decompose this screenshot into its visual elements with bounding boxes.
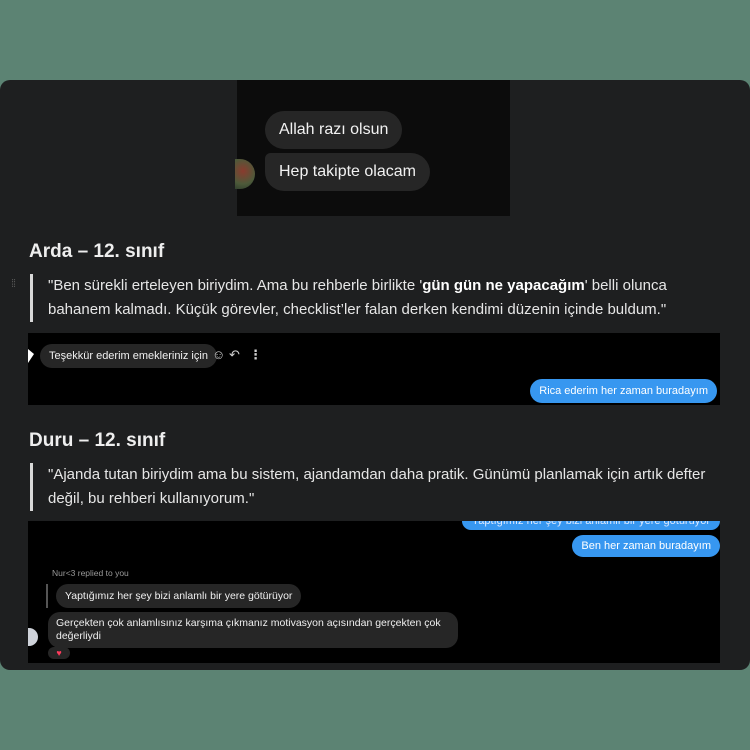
message-bubble: Hep takipte olacam xyxy=(265,153,430,191)
testimonial-card: Allah razı olsun Hep takipte olacam Arda… xyxy=(0,80,750,670)
react-icon[interactable]: ☺ xyxy=(212,348,225,362)
chat-screenshot-bottom: Yaptığımız her şey bizi anlamlı bir yere… xyxy=(28,521,720,663)
testimonial-heading: Duru – 12. sınıf xyxy=(29,430,166,451)
reply-icon[interactable]: ↶ xyxy=(229,348,240,362)
testimonial-quote: "Ajanda tutan biriydim ama bu sistem, aj… xyxy=(30,463,710,511)
avatar xyxy=(235,159,255,189)
sent-message: Ben her zaman buradayım xyxy=(572,535,720,557)
chat-screenshot-middle: Teşekkür ederim emekleriniz için ☺ ↶ ⋮ R… xyxy=(28,333,720,405)
received-message: Teşekkür ederim emekleriniz için xyxy=(40,344,217,368)
chat-screenshot-top: Allah razı olsun Hep takipte olacam xyxy=(235,80,510,216)
quoted-message: Yaptığımız her şey bizi anlamlı bir yere… xyxy=(56,584,302,608)
heart-reaction-icon: ♥ xyxy=(48,647,70,659)
replied-to-label: Nur<3 replied to you xyxy=(52,568,129,578)
reply-indicator xyxy=(46,584,48,608)
cursor-icon xyxy=(28,349,34,363)
avatar xyxy=(28,628,38,646)
drag-handle-icon[interactable]: ⁞⁞ xyxy=(11,279,21,296)
message-bubble: Allah razı olsun xyxy=(265,111,403,149)
received-message: Gerçekten çok anlamlısınız karşıma çıkma… xyxy=(48,612,458,648)
sent-message: Rica ederim her zaman buradayım xyxy=(530,379,717,403)
testimonial-quote: "Ben sürekli erteleyen biriydim. Ama bu … xyxy=(30,274,710,322)
more-options-icon[interactable]: ⋮ xyxy=(249,348,262,362)
testimonial-heading: Arda – 12. sınıf xyxy=(29,241,165,262)
sent-message: Yaptığımız her şey bizi anlamlı bir yere… xyxy=(461,521,720,530)
